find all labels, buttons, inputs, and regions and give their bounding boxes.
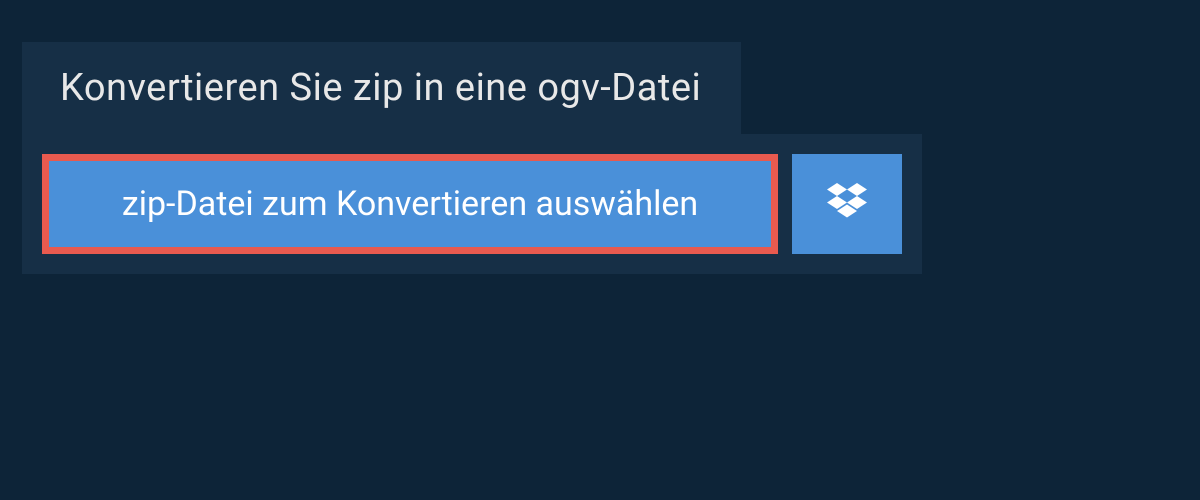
select-file-button[interactable]: zip-Datei zum Konvertieren auswählen bbox=[42, 154, 778, 254]
page-title: Konvertieren Sie zip in eine ogv-Datei bbox=[60, 66, 701, 110]
select-file-label: zip-Datei zum Konvertieren auswählen bbox=[122, 184, 698, 224]
dropbox-icon bbox=[827, 183, 867, 225]
page-header: Konvertieren Sie zip in eine ogv-Datei bbox=[22, 42, 741, 134]
upload-panel: zip-Datei zum Konvertieren auswählen bbox=[22, 134, 922, 274]
dropbox-button[interactable] bbox=[792, 154, 902, 254]
